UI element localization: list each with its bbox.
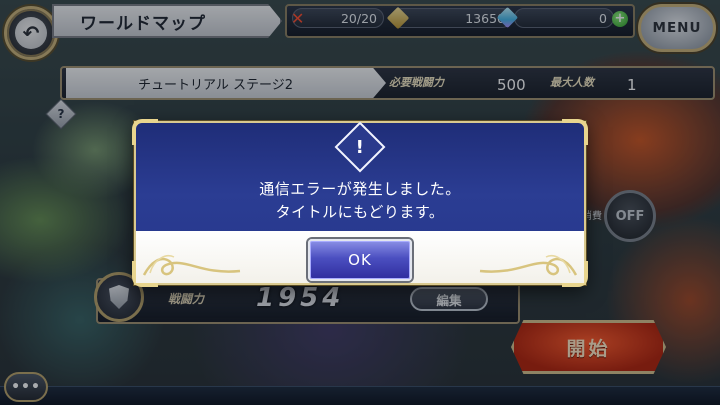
dialog-corner-ornament (562, 119, 588, 145)
flourish-ornament (479, 255, 578, 276)
flourish-ornament (142, 255, 241, 276)
warning-icon: ! (334, 121, 386, 173)
dialog-corner-ornament (132, 119, 158, 145)
error-dialog: ! 通信エラーが発生しました。 タイトルにもどります。 OK (132, 119, 588, 287)
error-message-line2: タイトルにもどります。 (275, 203, 445, 221)
ok-button[interactable]: OK (308, 239, 412, 281)
error-message-line1: 通信エラーが発生しました。 (259, 180, 461, 198)
